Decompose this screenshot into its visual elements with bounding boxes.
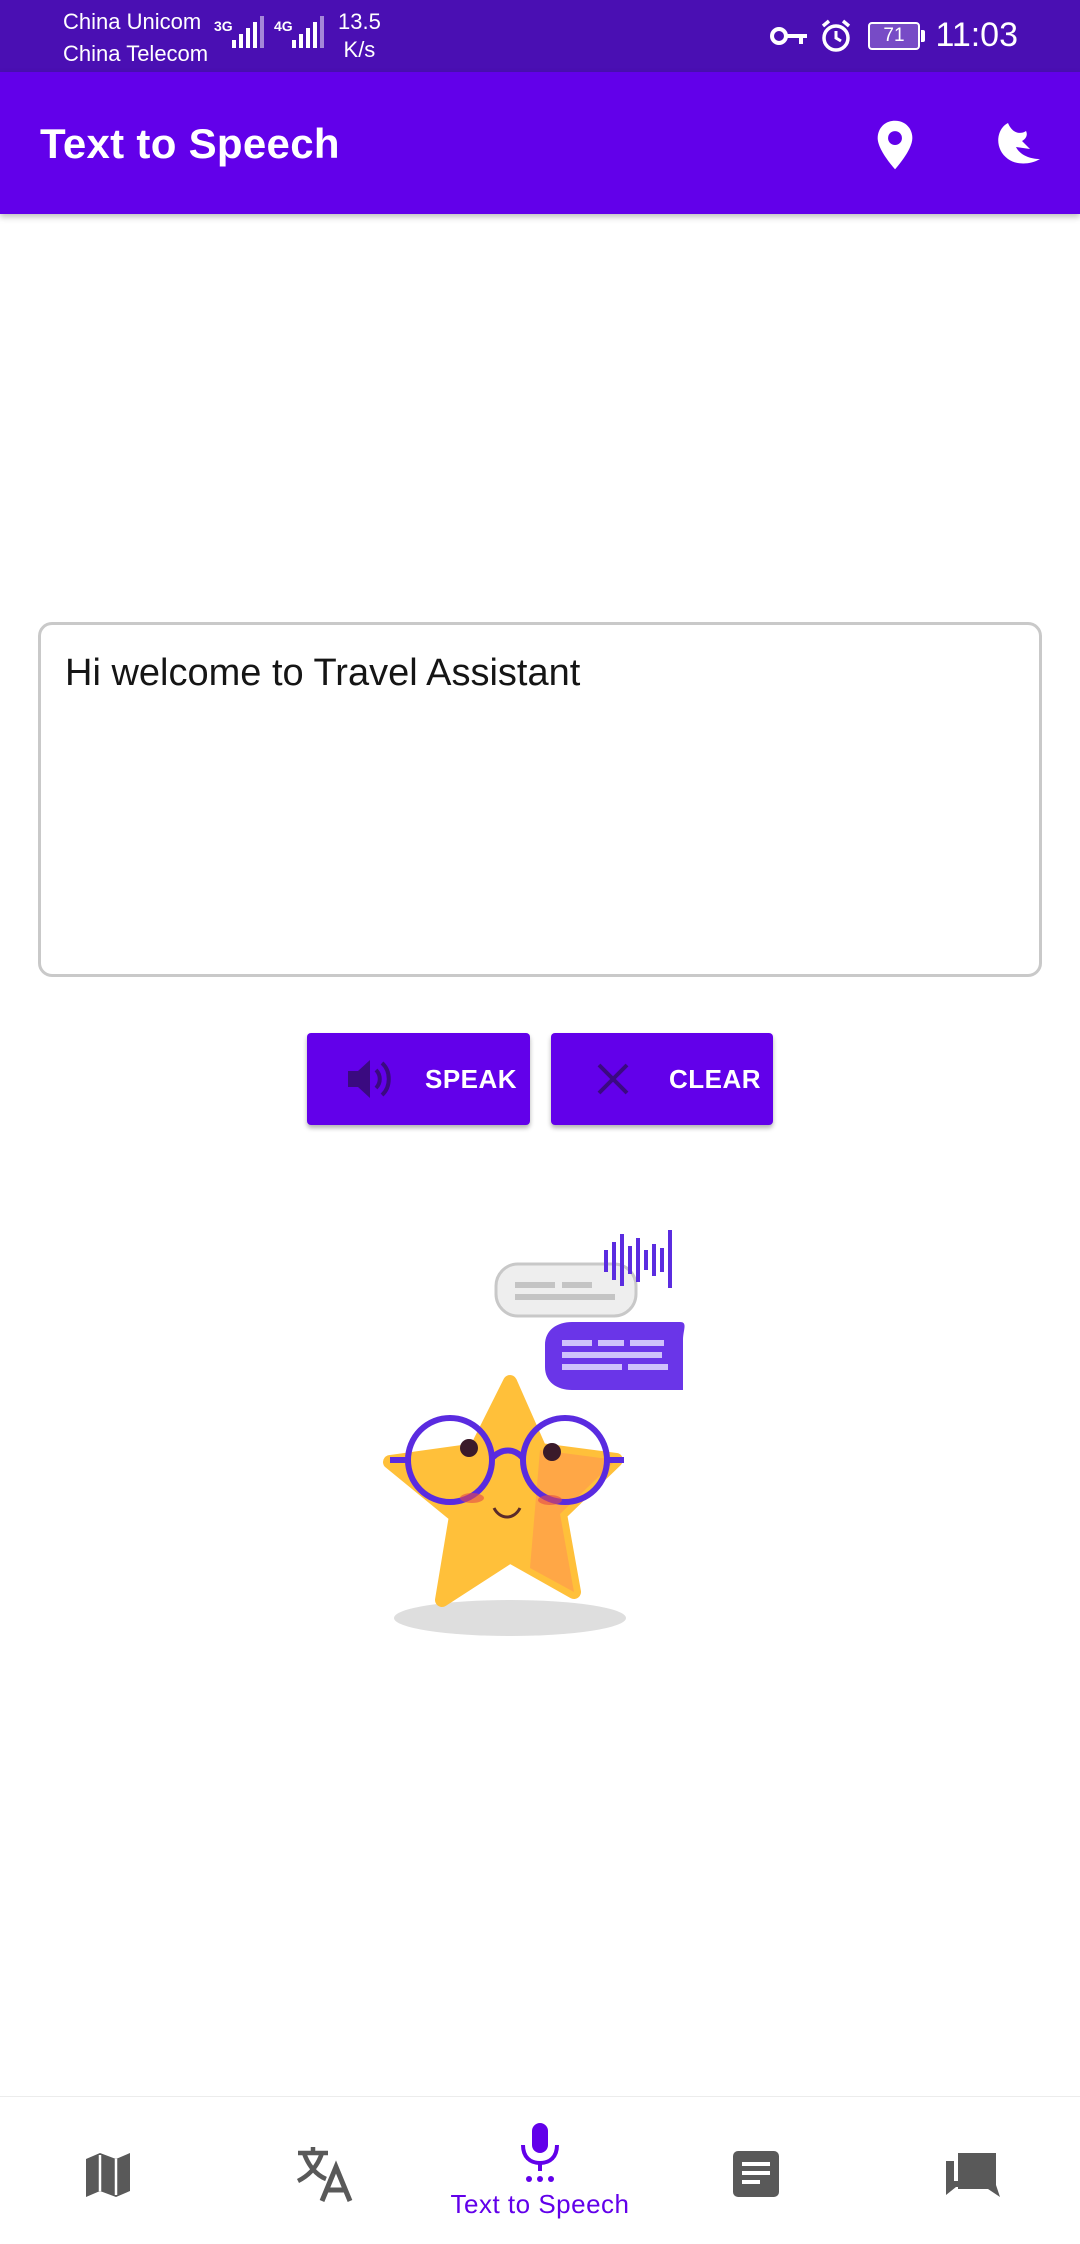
clear-label: CLEAR (669, 1063, 762, 1094)
signal-icon (232, 16, 264, 48)
clear-button[interactable]: CLEAR (551, 1033, 773, 1125)
speed-unit: K/s (343, 37, 376, 62)
nav-label-text-to-speech: Text to Speech (450, 2189, 630, 2219)
battery-indicator: 71 (868, 22, 920, 50)
network-type-1: 3G (214, 18, 233, 34)
nav-item-text-to-speech[interactable]: Text to Speech (432, 2097, 648, 2244)
carrier-2: China Telecom (63, 41, 209, 66)
nav-item-translate[interactable] (216, 2097, 432, 2244)
app-bar: Text to Speech (0, 72, 1080, 214)
location-button[interactable] (860, 110, 930, 180)
speak-label: SPEAK (425, 1063, 518, 1094)
map-icon (86, 2153, 130, 2197)
chat-icon (946, 2153, 1000, 2197)
clock: 11:03 (935, 16, 1018, 54)
speaker-icon (339, 1049, 399, 1109)
nav-item-chat[interactable] (864, 2097, 1080, 2244)
microphone-icon (521, 2123, 559, 2182)
close-icon (583, 1049, 643, 1109)
nav-item-notes[interactable] (648, 2097, 864, 2244)
carrier-info: China Unicom China Telecom (63, 6, 208, 70)
translate-icon (296, 2147, 353, 2202)
location-pin-icon (877, 120, 913, 170)
network-type-2: 4G (274, 18, 293, 34)
vpn-key-icon (770, 27, 807, 45)
alarm-icon (821, 19, 851, 52)
battery-tip (921, 30, 925, 42)
signal-icon-2 (292, 16, 324, 48)
night-mode-button[interactable] (980, 110, 1050, 180)
text-input[interactable]: Hi welcome to Travel Assistant (38, 622, 1042, 977)
status-bar: China Unicom China Telecom 3G 4G 13.5 K/… (0, 0, 1080, 72)
bottom-navigation: Text to Speech (0, 2096, 1080, 2244)
network-speed: 13.5 K/s (338, 8, 381, 64)
speak-button[interactable]: SPEAK (307, 1033, 530, 1125)
carrier-1: China Unicom (63, 9, 202, 34)
star-mascot-illustration (383, 1230, 685, 1636)
speed-value: 13.5 (338, 9, 381, 34)
app-title: Text to Speech (40, 120, 340, 167)
document-icon (733, 2151, 779, 2197)
night-mode-icon (998, 123, 1040, 164)
nav-item-map[interactable] (0, 2097, 216, 2244)
